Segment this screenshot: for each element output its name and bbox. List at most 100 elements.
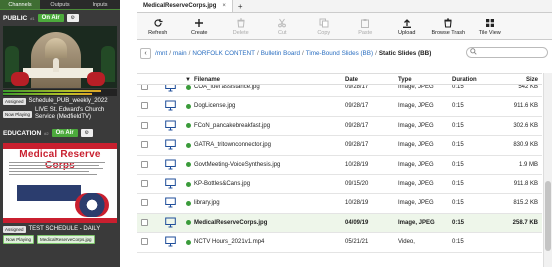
refresh-icon xyxy=(152,17,163,28)
close-icon[interactable]: × xyxy=(222,3,226,9)
file-name[interactable]: KP-Bottles&Cans.jpg xyxy=(194,181,250,187)
cut-button[interactable]: Cut xyxy=(262,13,304,40)
file-type: Image, JPEG xyxy=(398,103,434,110)
row-checkbox[interactable] xyxy=(141,85,148,90)
table-row[interactable]: FCoN_pancakebreakfast.jpg 09/28/17 Image, … xyxy=(137,117,542,137)
table-row[interactable]: COA_fuel assistance.jpg 09/28/17 Image, JP… xyxy=(137,85,542,98)
channel-public-header: PUBLIC #1 On Air ⚙ xyxy=(0,10,120,26)
assigned-label: Assigned xyxy=(3,98,26,105)
row-checkbox[interactable] xyxy=(141,199,148,207)
row-checkbox[interactable] xyxy=(141,238,148,246)
browse-trash-button[interactable]: Browse Trash xyxy=(428,13,470,40)
channel-settings-toggle[interactable]: ⚙ xyxy=(80,129,93,137)
file-type: Image, JPEG xyxy=(398,161,434,168)
file-date: 10/28/19 xyxy=(345,200,369,207)
upload-button[interactable]: Upload xyxy=(386,13,428,40)
file-name[interactable]: COA_fuel assistance.jpg xyxy=(194,85,260,90)
channel-number: #1 xyxy=(30,15,35,21)
breadcrumb-mnt[interactable]: /mnt xyxy=(155,50,167,57)
file-name[interactable]: MedicalReserveCorps.jpg xyxy=(194,220,267,226)
trash-icon xyxy=(235,17,246,28)
refresh-button[interactable]: Refresh xyxy=(137,13,179,40)
tile-view-button[interactable]: Tile View xyxy=(469,13,511,40)
row-checkbox[interactable] xyxy=(141,218,148,226)
row-checkbox[interactable] xyxy=(141,121,148,129)
table-row[interactable]: KP-Bottles&Cans.jpg 09/15/20 Image, JPEG 0:… xyxy=(137,175,542,195)
row-checkbox[interactable] xyxy=(141,160,148,168)
copy-button[interactable]: Copy xyxy=(303,13,345,40)
table-row[interactable]: DogLicense.jpg 09/28/17 Image, JPEG 0:15 911… xyxy=(137,97,542,117)
status-dot-icon xyxy=(186,103,191,109)
file-date: 04/09/19 xyxy=(345,219,369,226)
file-size: 911.6 KB xyxy=(513,103,538,110)
channel-education-nowplaying: Now Playing MedicalReserveCorps.jpg xyxy=(3,235,117,244)
tab-outputs[interactable]: Outputs xyxy=(40,0,80,9)
status-dot-icon xyxy=(186,220,191,226)
file-name[interactable]: NCTV Hours_2021v1.mp4 xyxy=(194,239,264,245)
breadcrumb-bulletin-board[interactable]: Bulletin Board xyxy=(261,50,300,57)
monitor-icon xyxy=(165,236,176,247)
file-tab-label: MedicalReserveCorps.jpg xyxy=(143,3,217,9)
paste-button[interactable]: Paste xyxy=(345,13,387,40)
path-bar: ‹ /mnt / main / NORFOLK CONTENT / Bulletin … xyxy=(137,44,552,62)
column-filename[interactable]: Filename xyxy=(194,77,220,83)
file-name[interactable]: GATRA_tritownconnector.jpg xyxy=(194,142,271,148)
file-table-scrollbar[interactable] xyxy=(543,73,552,267)
search-input[interactable] xyxy=(466,47,548,58)
add-tab-button[interactable]: + xyxy=(233,0,248,12)
status-dot-icon xyxy=(186,142,191,148)
file-name[interactable]: GovtMeeting-VoiceSynthesis.jpg xyxy=(194,162,280,168)
create-button[interactable]: Create xyxy=(179,13,221,40)
column-date[interactable]: Date xyxy=(345,77,358,83)
scrollbar-thumb[interactable] xyxy=(545,181,551,251)
assigned-value[interactable]: TEST SCHEDULE - DAILY xyxy=(29,226,101,233)
file-duration: 0:15 xyxy=(452,239,464,246)
monitor-icon xyxy=(165,159,176,170)
file-name[interactable]: library.jpg xyxy=(194,200,220,206)
audio-meters xyxy=(3,89,117,96)
column-duration[interactable]: Duration xyxy=(452,77,477,83)
breadcrumb: /mnt / main / NORFOLK CONTENT / Bulletin Bo… xyxy=(155,49,432,57)
file-tab-active[interactable]: MedicalReserveCorps.jpg × xyxy=(137,0,233,12)
breadcrumb-current: Static Slides (BB) xyxy=(378,49,432,57)
browse-trash-label: Browse Trash xyxy=(431,30,466,36)
breadcrumb-main[interactable]: main xyxy=(173,50,187,57)
file-type: Image, JPEG xyxy=(398,85,434,90)
upload-label: Upload xyxy=(398,30,416,36)
medical-reserve-corps-logo xyxy=(75,193,109,217)
channel-number: #2 xyxy=(44,130,49,136)
breadcrumb-time-bound-slides[interactable]: Time-Bound Slides (BB) xyxy=(306,50,373,57)
column-size[interactable]: Size xyxy=(510,77,538,83)
back-button[interactable]: ‹ xyxy=(140,47,151,59)
table-row[interactable]: GovtMeeting-VoiceSynthesis.jpg 10/28/19 Im… xyxy=(137,156,542,175)
delete-label: Delete xyxy=(232,30,249,36)
channel-public-preview[interactable] xyxy=(3,26,117,88)
breadcrumb-norfolk-content[interactable]: NORFOLK CONTENT xyxy=(192,50,255,57)
file-duration: 0:15 xyxy=(452,142,464,149)
tab-inputs[interactable]: Inputs xyxy=(80,0,120,9)
on-air-badge[interactable]: On Air xyxy=(51,129,78,137)
channel-name: PUBLIC xyxy=(3,14,28,22)
on-air-badge[interactable]: On Air xyxy=(37,14,64,22)
table-row[interactable]: NCTV Hours_2021v1.mp4 05/21/21 Video, 0:15 xyxy=(137,233,542,253)
row-checkbox[interactable] xyxy=(141,141,148,149)
file-browser: MedicalReserveCorps.jpg × + Refresh Crea… xyxy=(137,0,552,267)
file-name[interactable]: DogLicense.jpg xyxy=(194,103,235,109)
table-row[interactable]: library.jpg 10/28/19 Image, JPEG 0:15 815.2 … xyxy=(137,194,542,214)
sort-icon[interactable]: ▼ xyxy=(185,77,191,83)
delete-button[interactable]: Delete xyxy=(220,13,262,40)
file-name[interactable]: FCoN_pancakebreakfast.jpg xyxy=(194,123,270,129)
tab-channels[interactable]: Channels xyxy=(0,0,40,9)
row-checkbox[interactable] xyxy=(141,102,148,110)
monitor-icon xyxy=(165,85,176,92)
row-checkbox[interactable] xyxy=(141,180,148,187)
channel-settings-toggle[interactable]: ⚙ xyxy=(66,14,79,22)
column-type[interactable]: Type xyxy=(398,77,412,83)
monitor-icon xyxy=(165,197,176,208)
channel-education-preview[interactable]: Medical Reserve Corps xyxy=(3,143,117,223)
assigned-value[interactable]: Schedule_PUB_weekly_2022 xyxy=(29,98,108,105)
file-size: 542 KB xyxy=(518,85,538,90)
table-row[interactable]: GATRA_tritownconnector.jpg 09/28/17 Image,… xyxy=(137,136,542,156)
file-duration: 0:15 xyxy=(452,200,464,207)
table-row[interactable]: MedicalReserveCorps.jpg 04/09/19 Image, JP… xyxy=(137,213,542,234)
